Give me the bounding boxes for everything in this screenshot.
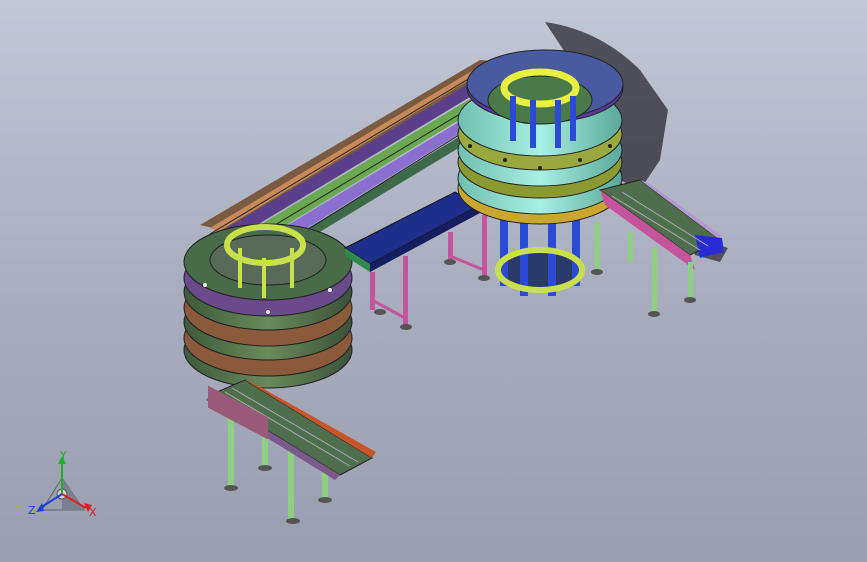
x-axis-label: X [89,506,97,519]
cad-viewport[interactable]: Y X Z [0,0,867,562]
coordinate-triad: Y X Z [28,449,97,519]
z-axis-label: Z [28,504,36,517]
y-axis-label: Y [59,449,67,462]
